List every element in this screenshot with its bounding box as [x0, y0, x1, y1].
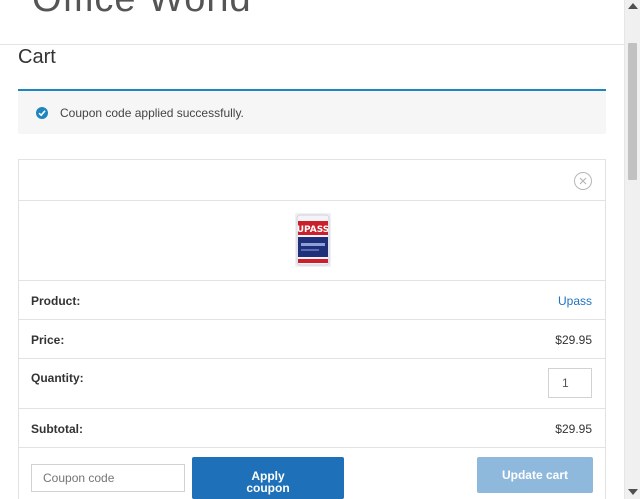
scroll-down-arrow-icon[interactable] [628, 489, 638, 495]
remove-item-button[interactable] [574, 172, 592, 190]
success-notice: Coupon code applied successfully. [18, 89, 606, 134]
product-thumbnail[interactable]: UPASS [295, 213, 331, 267]
vertical-scrollbar[interactable] [624, 0, 640, 499]
subtotal-row: Subtotal: $29.95 [19, 409, 605, 448]
check-circle-icon [36, 107, 48, 119]
cart-table: UPASS Product: Upass Price: $29.95 Quant… [18, 159, 606, 499]
product-link[interactable]: Upass [558, 294, 592, 308]
price-label: Price: [31, 333, 65, 347]
subtotal-value: $29.95 [555, 422, 592, 436]
apply-coupon-button[interactable]: Apply coupon [192, 457, 344, 499]
scroll-up-arrow-icon[interactable] [628, 3, 638, 9]
svg-text:UPASS: UPASS [297, 225, 330, 235]
product-label: Product: [31, 294, 81, 308]
price-value: $29.95 [555, 333, 592, 347]
site-title[interactable]: Office World [32, 0, 252, 21]
coupon-code-input[interactable] [31, 464, 185, 492]
update-cart-button[interactable]: Update cart [477, 457, 593, 493]
quantity-row: Quantity: [19, 359, 605, 409]
close-icon [579, 177, 587, 185]
site-header: Office World [0, 0, 624, 45]
page-title: Cart [18, 46, 56, 68]
cart-thumbnail-row: UPASS [19, 201, 605, 281]
cart-remove-row [19, 160, 605, 201]
price-row: Price: $29.95 [19, 320, 605, 359]
quantity-input[interactable] [548, 368, 592, 398]
scrollbar-thumb[interactable] [628, 43, 637, 180]
notice-message: Coupon code applied successfully. [60, 106, 244, 120]
quantity-label: Quantity: [31, 371, 84, 385]
apply-coupon-label-line2: coupon [246, 481, 290, 495]
subtotal-label: Subtotal: [31, 422, 83, 436]
product-row: Product: Upass [19, 281, 605, 320]
cart-actions: Apply coupon Update cart [19, 449, 605, 499]
